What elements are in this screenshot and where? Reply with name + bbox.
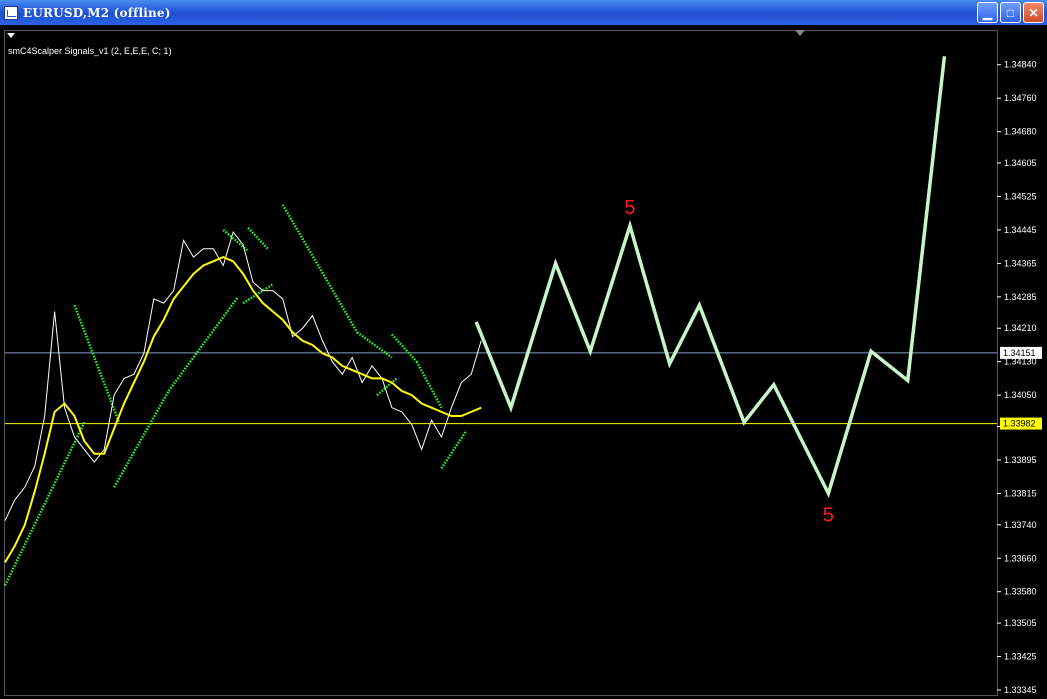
current-price-label: 1.34151 [1003, 348, 1036, 358]
y-axis-tick-label: 1.33895 [1004, 455, 1037, 465]
y-axis-tick-label: 1.34210 [1004, 323, 1037, 333]
band-segment [356, 331, 393, 359]
y-axis-tick-label: 1.33580 [1004, 587, 1037, 597]
y-axis-tick-label: 1.34760 [1004, 93, 1037, 103]
y-axis-tick-label: 1.34445 [1004, 225, 1037, 235]
band-segment [390, 333, 418, 363]
y-axis-tick-label: 1.34365 [1004, 258, 1037, 268]
band-segment [415, 361, 443, 409]
y-axis-tick-label: 1.33505 [1004, 618, 1037, 628]
band-segment [242, 283, 274, 305]
y-axis-tick-label: 1.34525 [1004, 191, 1037, 201]
y-axis-tick-label: 1.34050 [1004, 390, 1037, 400]
y-axis-tick-label: 1.33815 [1004, 488, 1037, 498]
y-axis-tick-label: 1.34680 [1004, 127, 1037, 137]
y-axis-tick-label: 1.34605 [1004, 158, 1037, 168]
band-segment [247, 226, 269, 250]
band-segment [281, 204, 359, 334]
y-axis-tick-label: 1.33740 [1004, 520, 1037, 530]
zigzag-line [474, 56, 947, 499]
wave-count-annotation: 5 [823, 504, 834, 526]
level-price-label: 1.33982 [1003, 419, 1036, 429]
y-axis-tick-label: 1.34285 [1004, 292, 1037, 302]
y-axis-tick-label: 1.34840 [1004, 60, 1037, 70]
band-segment [440, 430, 468, 470]
band-segment [167, 296, 240, 392]
y-axis-tick-label: 1.33425 [1004, 652, 1037, 662]
wave-count-annotation: 5 [624, 197, 635, 219]
price-chart: 1.34840 1.34760 1.34680 1.34605 1.34525 1.344… [3, 56, 1042, 695]
band-segment [3, 421, 86, 586]
y-axis-tick-label: 1.33345 [1004, 685, 1037, 695]
y-axis-tick-label: 1.33660 [1004, 553, 1037, 563]
